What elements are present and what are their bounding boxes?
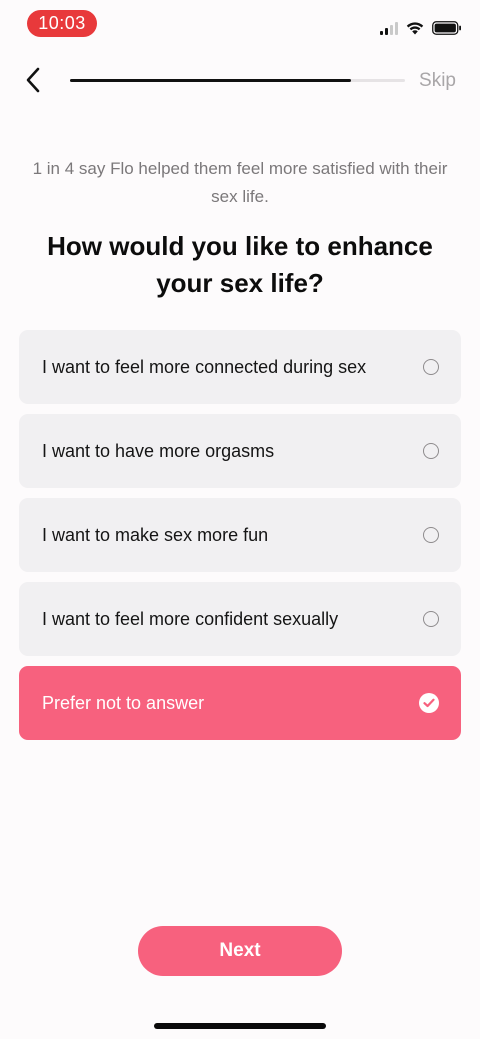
option-connected[interactable]: I want to feel more connected during sex: [19, 330, 461, 404]
option-confident[interactable]: I want to feel more confident sexually: [19, 582, 461, 656]
skip-button[interactable]: Skip: [419, 70, 456, 92]
back-button[interactable]: [18, 62, 48, 98]
option-prefer-not-to-answer[interactable]: Prefer not to answer: [19, 666, 461, 740]
question-title: How would you like to enhance your sex l…: [47, 231, 433, 298]
option-label: I want to feel more confident sexually: [42, 608, 339, 629]
option-label: Prefer not to answer: [42, 692, 205, 713]
battery-icon: [432, 21, 461, 35]
checkmark-icon[interactable]: [419, 693, 439, 713]
option-label: I want to have more orgasms: [42, 440, 275, 461]
option-orgasms[interactable]: I want to have more orgasms: [19, 414, 461, 488]
subtitle-text: 1 in 4 say Flo helped them feel more sat…: [32, 159, 448, 206]
status-time: 10:03: [27, 10, 97, 37]
progress-bar: [70, 79, 405, 82]
option-label: I want to feel more connected during sex: [42, 356, 367, 377]
radio-icon[interactable]: [423, 527, 439, 543]
next-button[interactable]: Next: [138, 926, 342, 976]
wifi-icon: [406, 22, 424, 35]
option-label: I want to make sex more fun: [42, 524, 269, 545]
home-indicator: [154, 1023, 326, 1029]
radio-icon[interactable]: [423, 359, 439, 375]
progress-bar-fill: [70, 79, 352, 82]
radio-icon[interactable]: [423, 443, 439, 459]
cellular-signal-icon: [380, 22, 398, 35]
radio-icon[interactable]: [423, 611, 439, 627]
status-icons: [380, 19, 462, 35]
answer-options: I want to feel more connected during sex…: [19, 330, 461, 750]
option-fun[interactable]: I want to make sex more fun: [19, 498, 461, 572]
status-bar: 10:03: [0, 0, 480, 46]
chevron-left-icon: [26, 67, 40, 93]
